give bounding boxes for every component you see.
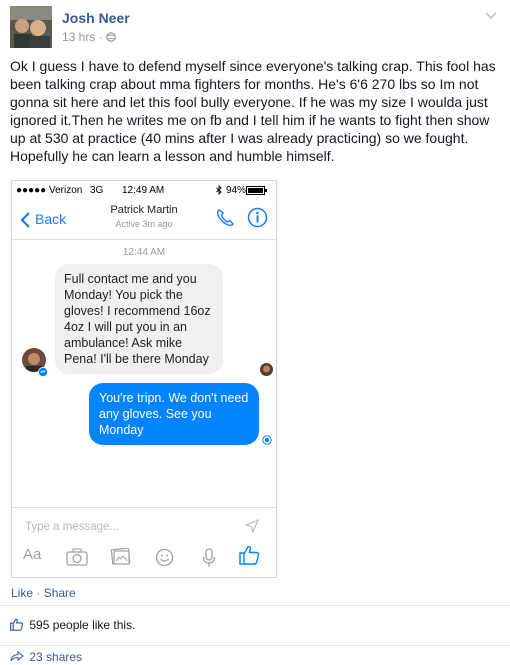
- like-link[interactable]: Like: [11, 586, 33, 600]
- messenger-badge-icon: [38, 364, 48, 382]
- message-input[interactable]: Type a message...: [25, 521, 119, 533]
- emoji-icon[interactable]: [155, 548, 174, 572]
- author-name[interactable]: Josh Neer: [62, 10, 130, 26]
- delivered-icon: [262, 432, 272, 450]
- actions-separator: ·: [33, 586, 44, 600]
- camera-icon[interactable]: [66, 548, 88, 571]
- contact-active-status: Active 3m ago: [115, 219, 173, 229]
- gallery-icon[interactable]: [109, 547, 131, 571]
- likes-text[interactable]: 595 people like this.: [29, 618, 135, 632]
- contact-name[interactable]: Patrick Martin: [12, 204, 276, 216]
- time-separator: ·: [98, 30, 103, 44]
- post-timestamp[interactable]: 13 hrs ·: [62, 30, 116, 44]
- shares-text[interactable]: 23 shares: [29, 650, 82, 664]
- messenger-screenshot: ●●●●● Verizon 3G 12:49 AM 94% Back Patri…: [11, 180, 277, 578]
- shares-summary[interactable]: 23 shares: [10, 650, 82, 664]
- author-avatar[interactable]: [10, 6, 52, 48]
- battery-percent: 94%: [226, 185, 247, 196]
- text-format-icon[interactable]: Aa: [23, 546, 41, 563]
- likes-summary[interactable]: 595 people like this.: [10, 618, 135, 632]
- incoming-message: Full contact me and you Monday! You pick…: [55, 264, 223, 374]
- conversation-header: Back Patrick Martin Active 3m ago: [12, 199, 276, 240]
- thumbs-up-icon[interactable]: [239, 545, 261, 570]
- bluetooth-icon: [216, 184, 222, 198]
- microphone-icon[interactable]: [202, 548, 216, 573]
- seen-by-avatar: [260, 363, 273, 376]
- carrier: ●●●●● Verizon: [16, 185, 83, 196]
- battery-icon: [246, 186, 268, 198]
- chevron-down-icon[interactable]: [485, 8, 497, 26]
- chat-timestamp: 12:44 AM: [122, 247, 166, 258]
- send-icon[interactable]: [244, 518, 260, 538]
- status-clock: 12:49 AM: [122, 185, 165, 196]
- outgoing-message: You're tripn. We don't need any gloves. …: [89, 383, 259, 445]
- divider: [0, 605, 510, 606]
- phone-call-icon[interactable]: [215, 208, 235, 233]
- facebook-post: Josh Neer 13 hrs · Ok I guess I have to …: [0, 0, 510, 665]
- compose-area: Type a message... Aa: [12, 507, 276, 577]
- globe-icon: [106, 30, 116, 44]
- ios-status-bar: ●●●●● Verizon 3G 12:49 AM 94%: [12, 181, 276, 199]
- share-link[interactable]: Share: [44, 586, 76, 600]
- like-count-icon: [10, 618, 27, 632]
- share-icon: [10, 650, 27, 664]
- info-icon[interactable]: [247, 207, 268, 233]
- divider: [0, 645, 510, 646]
- post-body: Ok I guess I have to defend myself since…: [10, 58, 496, 164]
- post-time[interactable]: 13 hrs: [62, 30, 95, 44]
- post-actions: Like · Share: [11, 586, 76, 600]
- network-type: 3G: [90, 185, 104, 196]
